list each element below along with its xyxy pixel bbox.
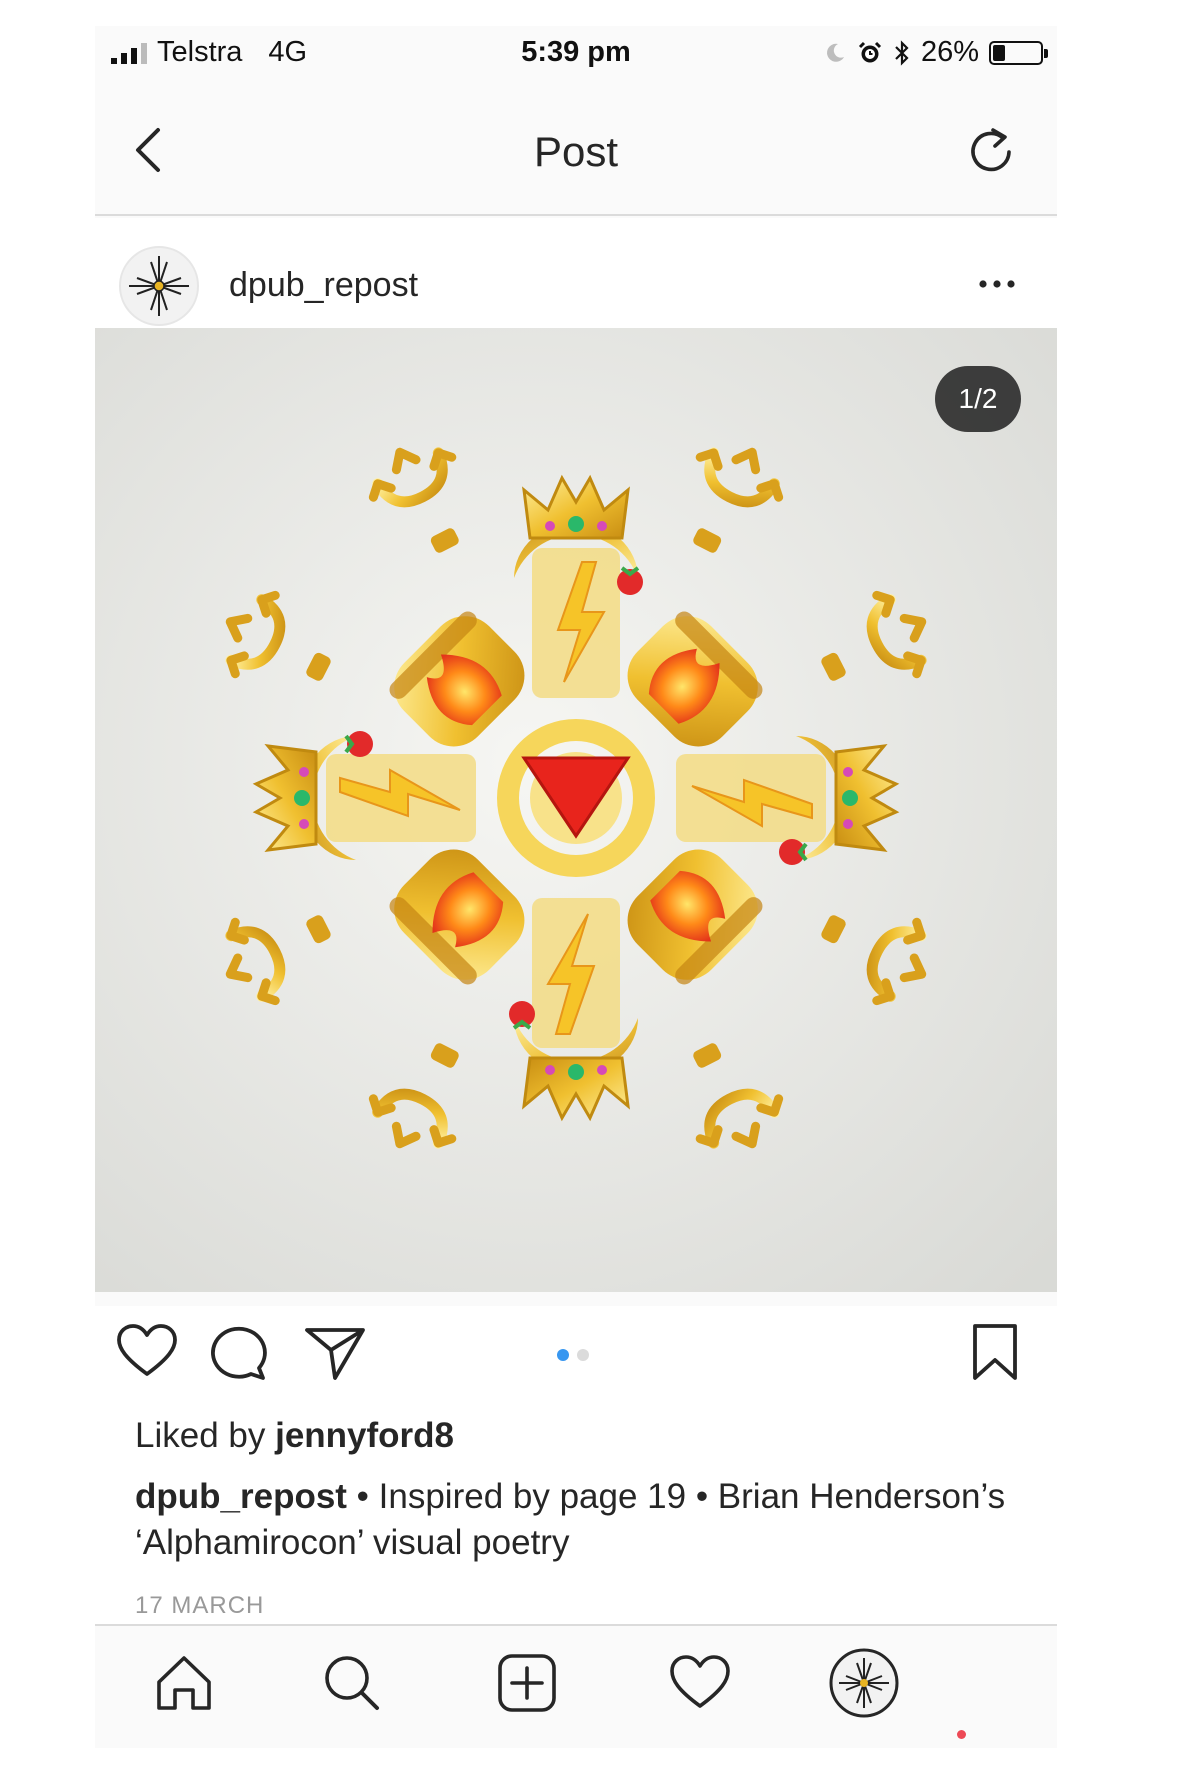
search-icon[interactable]	[317, 1648, 387, 1718]
bottom-tab-bar	[95, 1624, 1057, 1748]
heart-icon[interactable]	[115, 1320, 179, 1384]
battery-percent: 26%	[920, 36, 979, 68]
status-right: 26%	[823, 36, 1048, 69]
compass-logo-icon	[129, 256, 189, 316]
alarm-icon	[858, 41, 882, 62]
liked-by-user[interactable]: jennyford8	[275, 1416, 454, 1455]
post-date: 17 MARCH	[135, 1592, 265, 1619]
post-details: Liked by jennyford8 dpub_repost • Inspir…	[95, 1396, 1057, 1646]
home-icon[interactable]	[149, 1648, 219, 1718]
post-actions	[95, 1306, 1057, 1396]
add-post-icon[interactable]	[492, 1648, 562, 1718]
comment-icon[interactable]	[207, 1320, 271, 1384]
refresh-icon[interactable]	[965, 126, 1017, 178]
page-title: Post	[533, 128, 619, 175]
image-counter: 1/2	[935, 366, 1021, 432]
moon-icon	[827, 43, 844, 62]
bookmark-icon[interactable]	[963, 1320, 1027, 1384]
chevron-left-icon[interactable]	[125, 120, 175, 180]
post-image[interactable]: 1/2	[95, 328, 1057, 1292]
carousel-dot	[577, 1349, 589, 1361]
avatar[interactable]	[119, 246, 199, 326]
post-username[interactable]: dpub_repost	[229, 266, 418, 305]
status-bar: Telstra 4G 5:39 pm 26%	[95, 26, 1057, 82]
phone-screen: Telstra 4G 5:39 pm 26% Post dpub_repost …	[95, 26, 1057, 1748]
liked-by-prefix: Liked by	[135, 1416, 276, 1455]
nav-header: Post	[95, 86, 1057, 216]
notification-dot	[957, 1730, 966, 1739]
carousel-indicator	[557, 1349, 589, 1361]
share-icon[interactable]	[303, 1320, 367, 1384]
battery-icon	[989, 40, 1048, 65]
profile-avatar[interactable]	[827, 1646, 901, 1720]
carousel-dot-active	[557, 1349, 569, 1361]
activity-heart-icon[interactable]	[665, 1648, 735, 1718]
post-caption: dpub_repost • Inspired by page 19 • Bria…	[135, 1474, 1015, 1566]
emoji-mandala-artwork	[95, 328, 1057, 1292]
liked-by: Liked by jennyford8	[135, 1416, 454, 1456]
bluetooth-icon	[895, 39, 909, 66]
caption-username[interactable]: dpub_repost	[135, 1477, 347, 1516]
more-options-icon[interactable]	[975, 270, 1019, 298]
